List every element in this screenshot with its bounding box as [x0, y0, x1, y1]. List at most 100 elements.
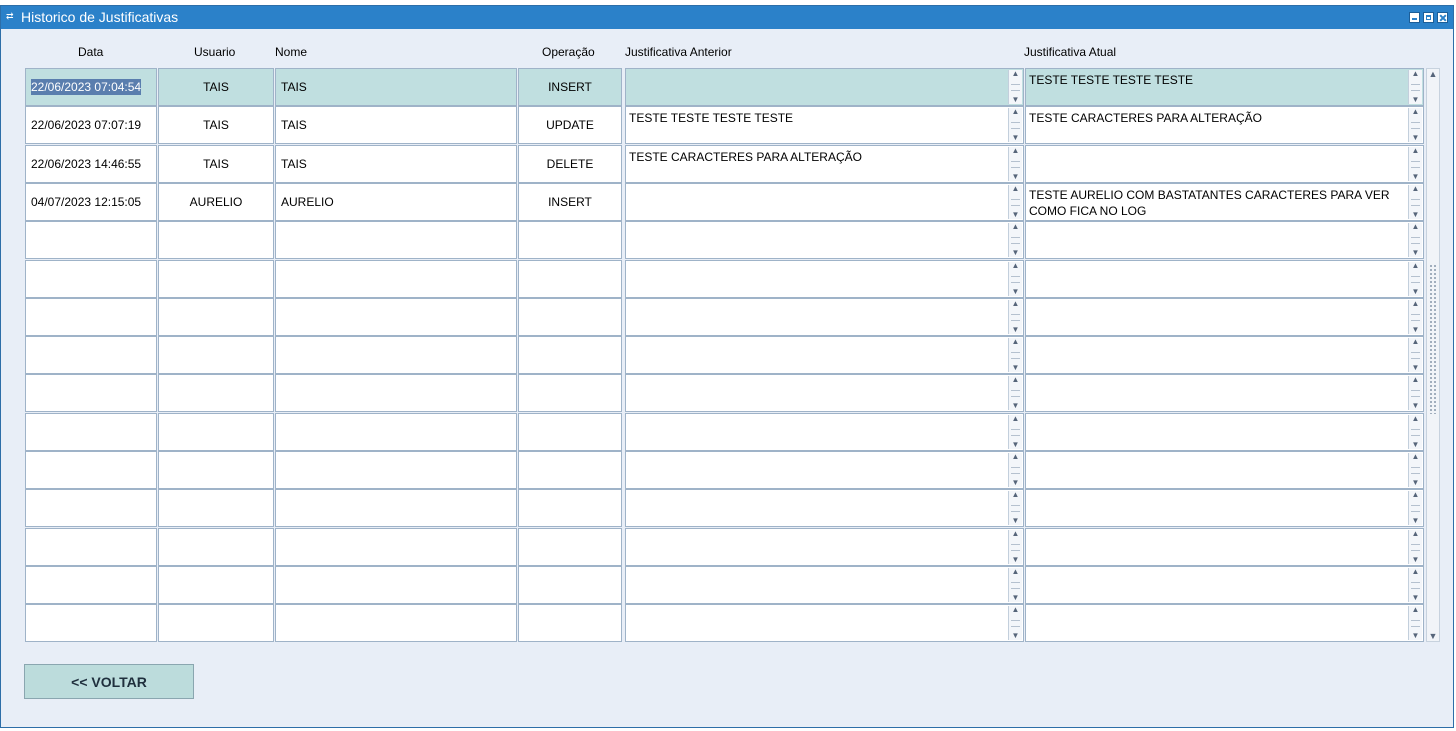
text-scroll-spinner[interactable]: ▲ ▼ [1008, 490, 1022, 526]
scroll-thumb[interactable] [1011, 505, 1020, 512]
arrow-up-icon[interactable]: ▲ [1009, 337, 1022, 347]
scroll-thumb[interactable] [1411, 429, 1420, 436]
cell-usuario[interactable]: TAIS [158, 145, 274, 183]
cell-justificativa-anterior[interactable]: ▲ ▼ [625, 413, 1024, 451]
cell-usuario[interactable] [158, 260, 274, 298]
cell-justificativa-atual[interactable]: ▲ ▼ [1025, 604, 1424, 642]
cell-justificativa-atual[interactable]: ▲ ▼ [1025, 413, 1424, 451]
cell-operacao[interactable] [518, 336, 622, 374]
scroll-thumb[interactable] [1011, 276, 1020, 283]
scroll-thumb[interactable] [1411, 314, 1420, 321]
arrow-down-icon[interactable]: ▼ [1009, 555, 1022, 565]
cell-justificativa-anterior[interactable]: ▲ ▼ [625, 528, 1024, 566]
cell-justificativa-atual[interactable]: ▲ ▼ [1025, 260, 1424, 298]
scroll-thumb[interactable] [1011, 199, 1020, 206]
arrow-up-icon[interactable]: ▲ [1409, 261, 1422, 271]
cell-usuario[interactable] [158, 604, 274, 642]
arrow-down-icon[interactable]: ▼ [1409, 401, 1422, 411]
arrow-up-icon[interactable]: ▲ [1409, 605, 1422, 615]
arrow-down-icon[interactable]: ▼ [1009, 593, 1022, 603]
cell-operacao[interactable] [518, 451, 622, 489]
arrow-down-icon[interactable]: ▼ [1409, 133, 1422, 143]
cell-data[interactable] [25, 489, 157, 527]
arrow-up-icon[interactable]: ▲ [1009, 146, 1022, 156]
arrow-up-icon[interactable]: ▲ [1409, 452, 1422, 462]
cell-usuario[interactable] [158, 374, 274, 412]
arrow-up-icon[interactable]: ▲ [1009, 299, 1022, 309]
cell-justificativa-atual[interactable]: TESTE CARACTERES PARA ALTERAÇÃO ▲ ▼ [1025, 106, 1424, 144]
cell-usuario[interactable] [158, 489, 274, 527]
arrow-down-icon[interactable]: ▼ [1409, 172, 1422, 182]
cell-justificativa-anterior[interactable]: ▲ ▼ [625, 451, 1024, 489]
cell-data[interactable] [25, 528, 157, 566]
arrow-down-icon[interactable]: ▼ [1409, 593, 1422, 603]
arrow-down-icon[interactable]: ▼ [1009, 133, 1022, 143]
cell-nome[interactable] [275, 528, 517, 566]
cell-operacao[interactable] [518, 374, 622, 412]
cell-justificativa-anterior[interactable]: TESTE TESTE TESTE TESTE ▲ ▼ [625, 106, 1024, 144]
arrow-up-icon[interactable]: ▲ [1409, 490, 1422, 500]
arrow-down-icon[interactable]: ▼ [1409, 440, 1422, 450]
cell-data[interactable] [25, 221, 157, 259]
cell-operacao[interactable]: INSERT [518, 68, 622, 106]
arrow-down-icon[interactable]: ▼ [1009, 172, 1022, 182]
text-scroll-spinner[interactable]: ▲ ▼ [1408, 605, 1422, 640]
arrow-down-icon[interactable]: ▼ [1009, 401, 1022, 411]
cell-nome[interactable] [275, 336, 517, 374]
arrow-up-icon[interactable]: ▲ [1009, 69, 1022, 79]
close-icon[interactable] [1437, 12, 1448, 23]
arrow-up-icon[interactable]: ▲ [1009, 605, 1022, 615]
cell-usuario[interactable] [158, 451, 274, 489]
scroll-thumb[interactable] [1411, 84, 1420, 91]
text-scroll-spinner[interactable]: ▲ ▼ [1008, 567, 1022, 603]
scroll-thumb[interactable] [1411, 544, 1420, 551]
cell-justificativa-atual[interactable]: ▲ ▼ [1025, 566, 1424, 604]
text-scroll-spinner[interactable]: ▲ ▼ [1408, 184, 1422, 219]
scroll-thumb[interactable] [1411, 122, 1420, 129]
scroll-thumb[interactable] [1411, 620, 1420, 627]
cell-operacao[interactable] [518, 260, 622, 298]
cell-justificativa-atual[interactable]: ▲ ▼ [1025, 221, 1424, 259]
cell-data[interactable]: 22/06/2023 07:07:19 [25, 106, 157, 144]
scroll-thumb[interactable] [1011, 122, 1020, 129]
arrow-down-icon[interactable]: ▼ [1409, 287, 1422, 297]
cell-justificativa-anterior[interactable]: ▲ ▼ [625, 183, 1024, 221]
cell-data[interactable] [25, 604, 157, 642]
scroll-thumb[interactable] [1411, 161, 1420, 168]
cell-justificativa-atual[interactable]: ▲ ▼ [1025, 145, 1424, 183]
cell-justificativa-anterior[interactable]: ▲ ▼ [625, 604, 1024, 642]
scroll-thumb[interactable] [1011, 84, 1020, 91]
text-scroll-spinner[interactable]: ▲ ▼ [1008, 605, 1022, 640]
arrow-down-icon[interactable]: ▼ [1409, 363, 1422, 373]
cell-operacao[interactable] [518, 566, 622, 604]
arrow-up-icon[interactable]: ▲ [1009, 529, 1022, 539]
cell-nome[interactable] [275, 298, 517, 336]
arrow-down-icon[interactable]: ▼ [1009, 363, 1022, 373]
cell-justificativa-anterior[interactable]: ▲ ▼ [625, 374, 1024, 412]
arrow-down-icon[interactable]: ▼ [1009, 210, 1022, 220]
cell-justificativa-anterior[interactable]: ▲ ▼ [625, 336, 1024, 374]
text-scroll-spinner[interactable]: ▲ ▼ [1008, 107, 1022, 143]
cell-justificativa-atual[interactable]: ▲ ▼ [1025, 298, 1424, 336]
cell-justificativa-atual[interactable]: TESTE AURELIO COM BASTATANTES CARACTERES… [1025, 183, 1424, 221]
scroll-thumb[interactable] [1411, 467, 1420, 474]
arrow-up-icon[interactable]: ▲ [1409, 375, 1422, 385]
arrow-up-icon[interactable]: ▲ [1009, 184, 1022, 194]
cell-nome[interactable]: TAIS [275, 145, 517, 183]
cell-data[interactable] [25, 298, 157, 336]
cell-nome[interactable]: TAIS [275, 68, 517, 106]
text-scroll-spinner[interactable]: ▲ ▼ [1408, 107, 1422, 143]
scroll-down-icon[interactable]: ▼ [1427, 631, 1439, 641]
maximize-icon[interactable] [1423, 12, 1434, 23]
scroll-thumb[interactable] [1011, 161, 1020, 168]
scroll-grip[interactable] [1429, 264, 1437, 414]
arrow-down-icon[interactable]: ▼ [1409, 516, 1422, 526]
arrow-down-icon[interactable]: ▼ [1009, 516, 1022, 526]
cell-operacao[interactable] [518, 489, 622, 527]
cell-usuario[interactable] [158, 566, 274, 604]
vertical-scrollbar[interactable]: ▲ ▼ [1426, 68, 1440, 642]
cell-usuario[interactable] [158, 221, 274, 259]
text-scroll-spinner[interactable]: ▲ ▼ [1408, 452, 1422, 487]
scroll-thumb[interactable] [1011, 544, 1020, 551]
text-scroll-spinner[interactable]: ▲ ▼ [1408, 414, 1422, 450]
